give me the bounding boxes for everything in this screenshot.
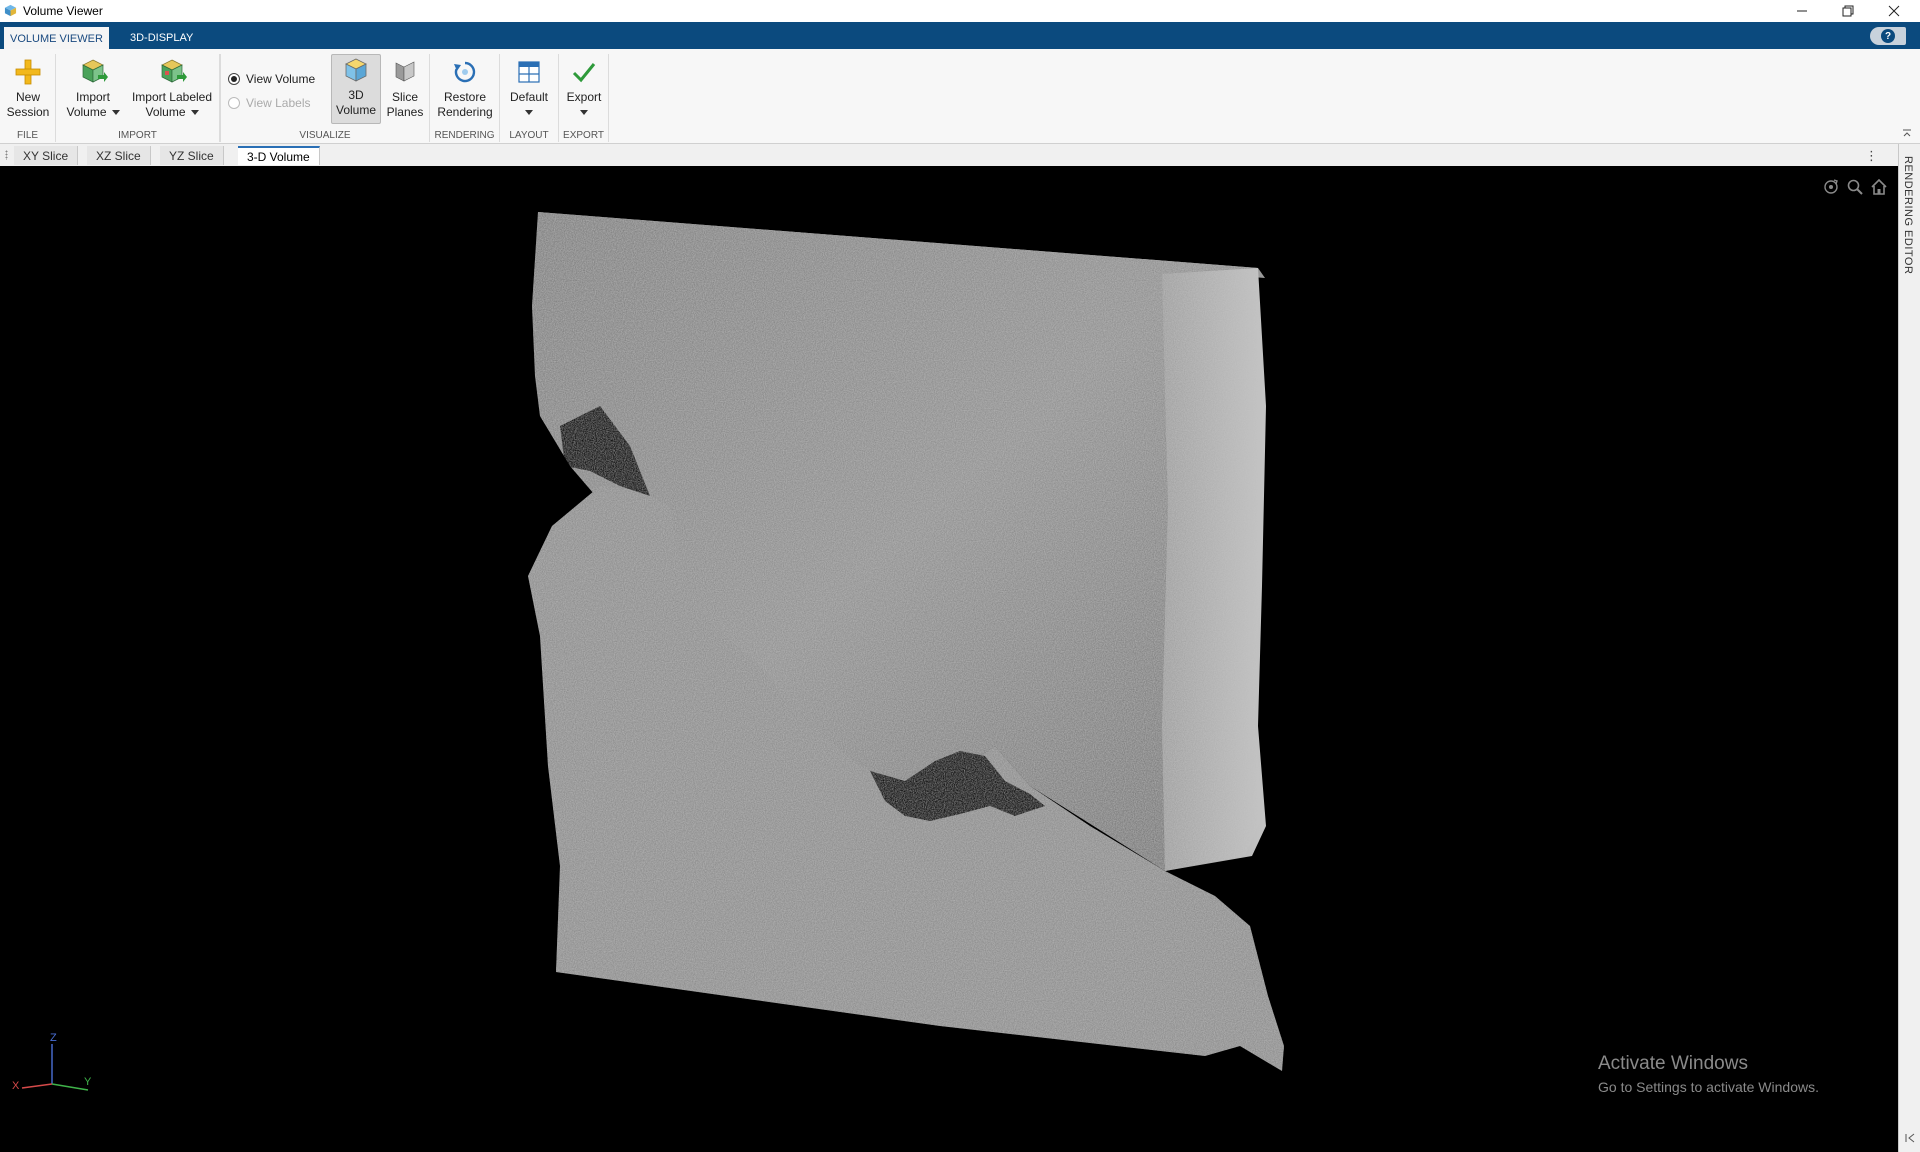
- new-session-button[interactable]: New Session: [5, 57, 51, 120]
- volume-viewer-app-icon: [4, 4, 17, 17]
- chevron-down-icon: [111, 110, 120, 116]
- radio-unchecked-icon: [228, 97, 240, 109]
- tab-xz-slice[interactable]: XZ Slice: [87, 146, 151, 165]
- file-group-label: FILE: [16, 130, 39, 141]
- import-volume-button[interactable]: Import Volume: [62, 57, 124, 120]
- toolstrip-tab-bar: VOLUME VIEWER 3D-DISPLAY ?: [0, 22, 1920, 49]
- checkmark-icon: [572, 63, 596, 83]
- tab-volume-viewer[interactable]: VOLUME VIEWER: [4, 27, 109, 49]
- activate-windows-title: Activate Windows: [1598, 1053, 1748, 1074]
- import-labeled-volume-label-2: Volume: [145, 105, 186, 119]
- view-labels-radio[interactable]: View Labels: [228, 96, 311, 110]
- default-layout-label: Default: [509, 90, 549, 104]
- collapse-toolstrip-button[interactable]: [1902, 128, 1912, 141]
- activate-windows-watermark: Activate Windows Go to Settings to activ…: [1598, 1053, 1819, 1095]
- chevron-down-icon: [580, 110, 588, 115]
- restore-icon: [1842, 5, 1854, 17]
- expand-panel-icon[interactable]: [1904, 1132, 1916, 1144]
- chevron-down-icon: [525, 110, 533, 115]
- slice-planes-label-1: Slice: [391, 90, 418, 104]
- import-labeled-volume-button[interactable]: Import Labeled Volume: [128, 57, 216, 120]
- rendering-group: Restore Rendering RENDERING: [430, 54, 500, 142]
- slice-planes-icon: [395, 61, 415, 82]
- export-group-label: EXPORT: [563, 130, 604, 141]
- help-button[interactable]: ?: [1870, 27, 1906, 45]
- viewport-toolbar: [1822, 178, 1888, 196]
- rotate-icon[interactable]: [1822, 178, 1840, 196]
- view-labels-label: View Labels: [246, 96, 311, 110]
- radio-checked-icon: [228, 73, 240, 85]
- import-volume-label-2: Volume: [66, 105, 107, 119]
- visualize-group-label: VISUALIZE: [299, 130, 351, 141]
- export-group: Export EXPORT: [559, 54, 609, 142]
- import-volume-icon: [82, 59, 108, 83]
- new-session-label-2: Session: [6, 105, 50, 119]
- rendering-editor-panel[interactable]: RENDERING EDITOR: [1898, 144, 1920, 1152]
- more-options-icon[interactable]: ⋮: [1865, 148, 1878, 164]
- volume-3d-viewport[interactable]: Z X Y Activate Windows Go to Settings to…: [0, 166, 1898, 1152]
- import-labeled-volume-label-1: Import Labeled: [131, 90, 213, 104]
- toolstrip: New Session FILE Import Volume Import La…: [0, 49, 1920, 144]
- tab-yz-slice[interactable]: YZ Slice: [160, 146, 224, 165]
- 3d-volume-button[interactable]: 3D Volume: [331, 54, 381, 124]
- axis-x-label: X: [12, 1080, 20, 1092]
- restore-rendering-label-2: Rendering: [437, 105, 493, 119]
- tab-3d-display[interactable]: 3D-DISPLAY: [124, 27, 199, 49]
- restore-rendering-button[interactable]: Restore Rendering: [436, 57, 494, 120]
- drag-handle-icon[interactable]: [5, 150, 8, 160]
- document-tab-bar: XY Slice XZ Slice YZ Slice 3-D Volume ⋮: [0, 144, 1902, 167]
- activate-windows-subtitle: Go to Settings to activate Windows.: [1598, 1079, 1819, 1095]
- rendering-editor-label: RENDERING EDITOR: [1902, 156, 1914, 275]
- minimize-button[interactable]: [1780, 0, 1824, 22]
- restore-button[interactable]: [1826, 0, 1870, 22]
- title-bar: Volume Viewer: [0, 0, 1920, 22]
- window-title: Volume Viewer: [23, 4, 103, 18]
- plus-icon: [15, 59, 41, 85]
- import-group: Import Volume Import Labeled Volume IMPO…: [56, 54, 220, 142]
- export-button[interactable]: Export: [563, 57, 605, 115]
- chevron-down-icon: [190, 110, 199, 116]
- zoom-icon[interactable]: [1846, 178, 1864, 196]
- axes-triad: Z X Y: [12, 1032, 92, 1092]
- file-group: New Session FILE: [0, 54, 56, 142]
- import-volume-label-1: Import: [75, 90, 110, 104]
- layout-group-label: LAYOUT: [509, 130, 549, 141]
- slice-planes-button[interactable]: Slice Planes: [383, 57, 427, 120]
- default-layout-button[interactable]: Default: [505, 57, 553, 115]
- view-volume-label: View Volume: [246, 72, 316, 86]
- collapse-icon: [1903, 129, 1911, 137]
- restore-icon: [454, 61, 476, 83]
- 3d-volume-label-1: 3D: [348, 88, 364, 102]
- view-volume-radio[interactable]: View Volume: [228, 72, 315, 86]
- import-labeled-volume-icon: [161, 59, 187, 83]
- restore-rendering-label-1: Restore: [443, 90, 487, 104]
- cube-icon: [345, 58, 367, 82]
- 3d-volume-label-2: Volume: [335, 103, 377, 117]
- import-group-label: IMPORT: [118, 130, 157, 141]
- new-session-label-1: New: [15, 90, 40, 104]
- layout-group: Default LAYOUT: [500, 54, 559, 142]
- axis-z-label: Z: [50, 1032, 57, 1044]
- minimize-icon: [1797, 10, 1807, 12]
- tab-xy-slice[interactable]: XY Slice: [14, 146, 79, 165]
- volume-rendering: [528, 212, 1284, 1071]
- rendering-group-label: RENDERING: [434, 130, 495, 141]
- help-icon: ?: [1881, 29, 1895, 43]
- axis-y-label: Y: [84, 1076, 92, 1088]
- home-icon[interactable]: [1870, 178, 1888, 196]
- close-button[interactable]: [1872, 0, 1916, 22]
- export-label: Export: [566, 90, 602, 104]
- close-icon: [1888, 5, 1900, 17]
- slice-planes-label-2: Planes: [386, 105, 424, 119]
- layout-icon: [518, 61, 540, 83]
- tab-3d-volume[interactable]: 3-D Volume: [238, 146, 320, 165]
